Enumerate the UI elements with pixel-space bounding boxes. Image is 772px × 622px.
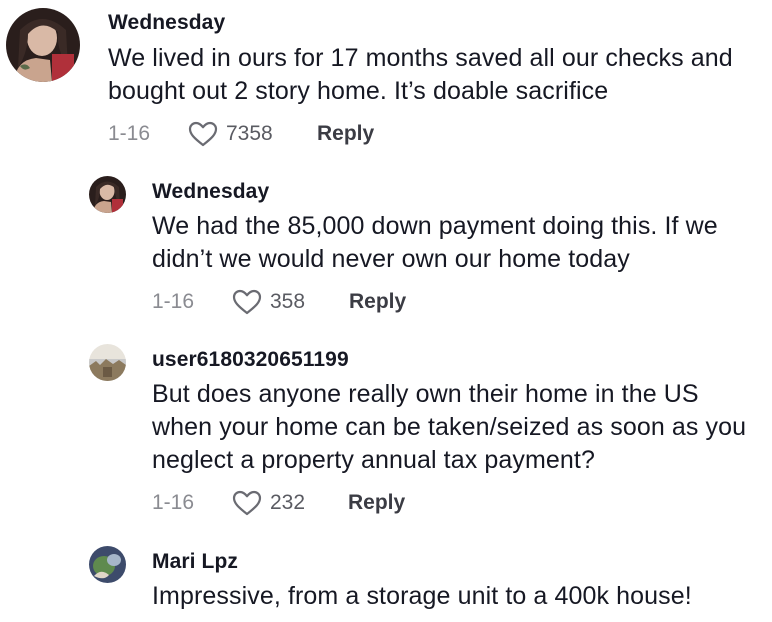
comment-date: 1-16 <box>108 122 151 145</box>
comment-date: 1-16 <box>152 491 195 514</box>
comment-reply: Wednesday We had the 85,000 down payment… <box>0 170 772 330</box>
avatar-image <box>89 176 126 213</box>
comment-text: Impressive, from a storage unit to a 400… <box>152 582 692 610</box>
comment-username[interactable]: Wednesday <box>108 11 225 35</box>
comment-username[interactable]: Wednesday <box>152 180 269 204</box>
reply-button[interactable]: Reply <box>349 290 406 314</box>
comment-meta: 1-16 7358 Reply <box>108 118 508 150</box>
comment-meta: 1-16 232 Reply <box>152 487 552 519</box>
reply-button[interactable]: Reply <box>317 122 374 146</box>
comment-text: But does anyone really own their home in… <box>152 380 747 474</box>
avatar-image <box>6 8 80 82</box>
like-button[interactable]: 232 <box>232 489 305 517</box>
comment-reply: user6180320651199 But does anyone really… <box>0 338 772 528</box>
comment: Wednesday We lived in ours for 17 months… <box>0 0 772 160</box>
heart-outline-icon <box>188 121 218 147</box>
comment-username[interactable]: user6180320651199 <box>152 348 349 372</box>
comment-date: 1-16 <box>152 290 195 313</box>
avatar[interactable] <box>89 546 126 583</box>
like-button[interactable]: 7358 <box>188 120 273 148</box>
avatar[interactable] <box>89 176 126 213</box>
heart-outline-icon <box>232 490 262 516</box>
comment-text: We lived in ours for 17 months saved all… <box>108 44 733 105</box>
like-count: 358 <box>270 290 306 313</box>
comment-reply: Mari Lpz Impressive, from a storage unit… <box>0 540 772 622</box>
like-count: 232 <box>270 491 306 514</box>
comment-username[interactable]: Mari Lpz <box>152 550 238 574</box>
avatar[interactable] <box>6 8 80 82</box>
avatar-image <box>89 546 126 583</box>
avatar-image <box>89 344 126 381</box>
heart-outline-icon <box>232 289 262 315</box>
comment-meta: 1-16 358 Reply <box>152 286 552 318</box>
avatar[interactable] <box>89 344 126 381</box>
like-button[interactable]: 358 <box>232 288 305 316</box>
like-count: 7358 <box>226 122 273 145</box>
comment-text: We had the 85,000 down payment doing thi… <box>152 212 718 273</box>
reply-button[interactable]: Reply <box>348 491 405 515</box>
